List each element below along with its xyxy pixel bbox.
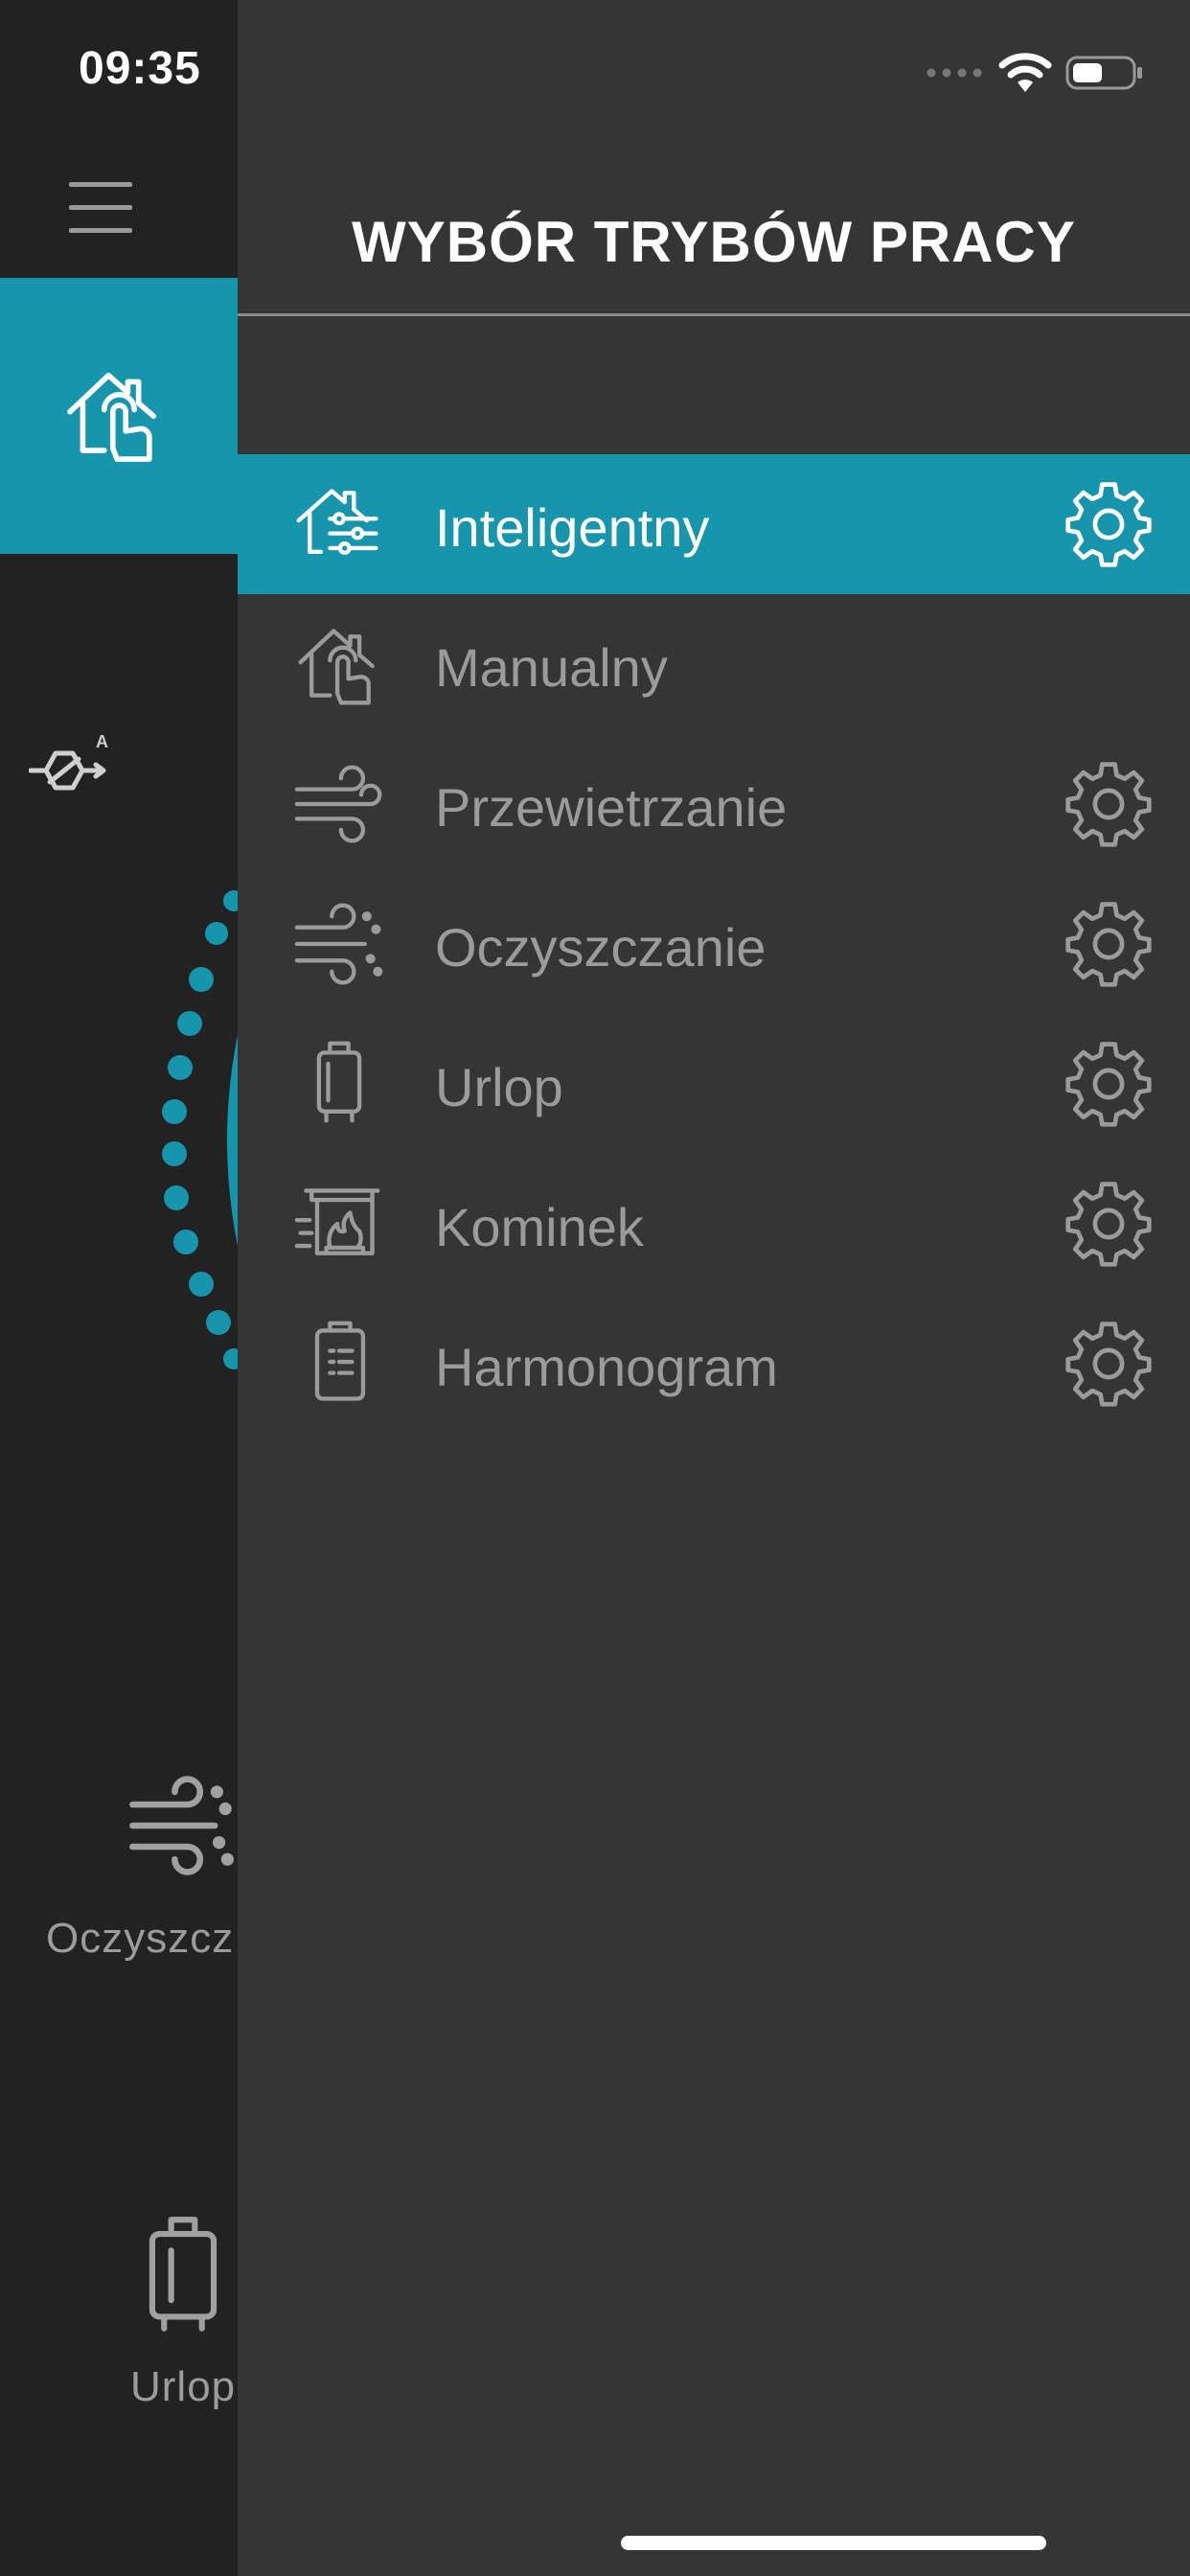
smart-home-icon <box>296 489 378 555</box>
menu-icon[interactable] <box>69 182 132 234</box>
mode-item-oczyszczanie[interactable]: Oczyszczanie <box>238 874 1190 1014</box>
settings-gear-icon[interactable] <box>1064 1039 1154 1129</box>
suitcase-tile-label: Urlop <box>130 2363 237 2410</box>
status-time: 09:35 <box>79 43 201 94</box>
schedule-icon <box>314 1321 366 1401</box>
settings-gear-icon[interactable] <box>1064 899 1154 989</box>
mode-selection-drawer: WYBÓR TRYBÓW PRACY Inteligentny Manualny <box>238 0 1190 2576</box>
settings-gear-icon[interactable] <box>1064 479 1154 569</box>
title-divider <box>238 313 1190 316</box>
mode-item-manualny[interactable]: Manualny <box>238 594 1190 734</box>
airing-icon <box>294 765 382 843</box>
background-screen: 09:35 A Oczyszcz Urlop <box>0 0 238 2576</box>
mode-item-kominek[interactable]: Kominek <box>238 1154 1190 1294</box>
purify-tile-label: Oczyszcz <box>46 1915 235 1962</box>
mode-label: Oczyszczanie <box>435 917 767 978</box>
suitcase-icon[interactable] <box>148 2214 218 2339</box>
purify-icon <box>294 903 383 985</box>
mode-label: Kominek <box>435 1197 644 1257</box>
settings-gear-icon[interactable] <box>1064 1319 1154 1409</box>
mode-item-inteligentny[interactable]: Inteligentny <box>238 454 1190 594</box>
mode-label: Urlop <box>435 1057 563 1117</box>
mode-label: Przewietrzanie <box>435 777 788 838</box>
battery-icon <box>1065 56 1142 90</box>
wifi-icon <box>998 53 1052 92</box>
purify-icon[interactable] <box>125 1773 238 1883</box>
drawer-title: WYBÓR TRYBÓW PRACY <box>352 210 1076 274</box>
fireplace-icon <box>294 1188 380 1255</box>
mode-item-urlop[interactable]: Urlop <box>238 1014 1190 1154</box>
status-indicators <box>926 52 1144 94</box>
manual-home-icon <box>298 629 375 705</box>
svg-text:A: A <box>96 732 108 751</box>
manual-home-icon <box>67 372 157 462</box>
signal-icon <box>927 68 982 78</box>
mode-label: Inteligentny <box>435 497 710 558</box>
settings-gear-icon[interactable] <box>1064 759 1154 849</box>
suitcase-icon <box>316 1041 362 1123</box>
mode-label: Harmonogram <box>435 1337 778 1397</box>
active-mode-tile[interactable] <box>0 278 238 554</box>
home-indicator[interactable] <box>621 2536 1046 2550</box>
mode-item-harmonogram[interactable]: Harmonogram <box>238 1294 1190 1434</box>
dial-dots <box>162 890 238 1369</box>
mode-label: Manualny <box>435 637 668 698</box>
bypass-icon: A <box>28 730 111 804</box>
settings-gear-icon[interactable] <box>1064 1179 1154 1269</box>
mode-item-przewietrzanie[interactable]: Przewietrzanie <box>238 734 1190 874</box>
